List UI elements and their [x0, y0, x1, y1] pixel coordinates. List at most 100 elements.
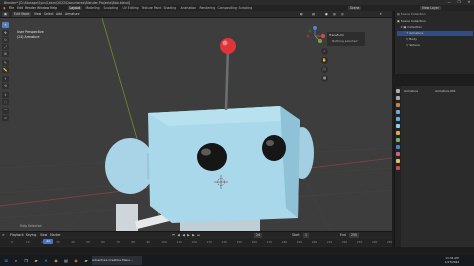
tab-animation[interactable]: Animation [179, 6, 198, 11]
frame-number: 240 [371, 240, 378, 244]
xray-toggle-icon[interactable]: ▤ [312, 12, 315, 17]
cursor-icon[interactable]: ⌖ [2, 22, 9, 28]
options-dropdown[interactable]: ▾ [380, 12, 382, 17]
menu-select[interactable]: Select [44, 12, 54, 17]
outliner-row[interactable]: ▽ Body [397, 37, 473, 42]
tab-layout[interactable]: Layout [68, 5, 82, 11]
search-icon[interactable]: ⌕ [12, 256, 20, 265]
shear-icon[interactable]: ▱ [2, 115, 9, 121]
system-clock[interactable]: 11:34 AM 1/17/2022 [440, 256, 464, 265]
shading-solid-icon[interactable]: ● [325, 12, 328, 17]
transform-panel-header[interactable]: Transform [329, 33, 344, 37]
properties-tab-icon[interactable] [396, 131, 400, 135]
menu-keying[interactable]: Keying [26, 233, 36, 238]
overlay-toggle-icon[interactable]: ◐ [300, 12, 303, 17]
windows-taskbar: ⊞ ⌕ ❒ ▰ e ◉ ▤ ◉ ▰ Adventure Creative Man… [0, 255, 474, 266]
outliner-row[interactable]: ▾ ▣ Collection [397, 25, 473, 30]
menu-file[interactable]: File [9, 6, 14, 10]
shading-rendered-icon[interactable]: ◎ [341, 12, 344, 17]
frame-number: 90 [146, 240, 150, 244]
mode-selector[interactable]: Edit Mode [12, 12, 32, 17]
menu-playback[interactable]: Playback [10, 233, 24, 238]
tab-uv-editing[interactable]: UV Editing [121, 6, 140, 11]
end-label: End [340, 233, 346, 237]
current-frame-field[interactable]: 24 [254, 233, 262, 238]
playhead[interactable]: 24 [43, 239, 54, 244]
bend-icon[interactable]: ⌒ [2, 108, 9, 114]
zoom-icon[interactable]: ⌕ [321, 48, 328, 55]
properties-tab-icon[interactable] [396, 89, 400, 93]
rotate-icon[interactable]: ↻ [2, 37, 9, 43]
playback-controls[interactable]: ⏮ ◀ ◀ ▶ ▶ ⏭ [172, 233, 201, 238]
menu-window[interactable]: Window [37, 6, 49, 10]
windows-icon[interactable]: ⊞ [2, 256, 10, 265]
properties-tab-icon[interactable] [396, 124, 400, 128]
blender-logo-icon[interactable]: ◉ [3, 6, 6, 10]
end-frame-field[interactable]: 250 [349, 233, 359, 238]
menu-edit[interactable]: Edit [17, 6, 23, 10]
store-icon[interactable]: ▤ [62, 256, 70, 265]
running-app-button[interactable]: Adventure Creative Manu... [92, 256, 142, 265]
camera-view-icon[interactable]: 🎥 [321, 66, 328, 73]
extrude-icon[interactable]: ⇪ [2, 76, 9, 82]
nothing-selected-label: Nothing selected [332, 39, 358, 43]
tab-texture-paint[interactable]: Texture Paint [140, 6, 163, 11]
left-eye-highlight [201, 148, 211, 156]
properties-tab-icon[interactable] [396, 152, 400, 156]
start-frame-field[interactable]: 1 [303, 233, 309, 238]
scene-selector[interactable]: Scene [348, 6, 362, 11]
tab-sculpting[interactable]: Sculpting [102, 6, 119, 11]
scale-icon[interactable]: ⤢ [2, 44, 9, 50]
move-icon[interactable]: ✥ [2, 30, 9, 36]
frame-ruler[interactable]: 0102030405060708090100110120130140150160… [0, 239, 392, 246]
properties-tab-icon[interactable] [396, 103, 400, 107]
pan-hand-icon[interactable]: ✋ [321, 57, 328, 64]
properties-tab-icon[interactable] [396, 96, 400, 100]
menu-view[interactable]: View [34, 12, 41, 17]
view-layer-selector[interactable]: View Layer [420, 6, 441, 11]
properties-editor: Armature Armature.001 [394, 86, 474, 247]
outliner-row[interactable]: ☥ Armature [397, 31, 473, 36]
task-view-icon[interactable]: ❒ [22, 256, 30, 265]
envelope-icon[interactable]: ◌ [2, 99, 9, 105]
tab-scripting[interactable]: Scripting [237, 6, 254, 11]
menu-add[interactable]: Add [56, 12, 62, 17]
outliner-header[interactable]: ▤ Scene Collection [397, 12, 473, 17]
roll-icon[interactable]: ⟲ [2, 83, 9, 89]
3d-viewport[interactable] [0, 18, 392, 231]
transform-icon[interactable]: ⊞ [2, 51, 9, 57]
properties-tab-icon[interactable] [396, 166, 400, 170]
grid-view-icon[interactable]: ▦ [321, 75, 328, 82]
file-explorer-icon[interactable]: ▰ [32, 256, 40, 265]
edge-icon[interactable]: e [42, 256, 50, 265]
outliner: ▤ Scene Collection ▣ Scene Collection ▾ … [394, 11, 474, 74]
menu-timeline-view[interactable]: View [40, 233, 47, 238]
tab-rendering[interactable]: Rendering [198, 6, 217, 11]
properties-tab-icon[interactable] [396, 159, 400, 163]
menu-marker[interactable]: Marker [50, 233, 61, 238]
tab-compositing[interactable]: Compositing [216, 6, 238, 11]
shading-material-icon[interactable]: ◍ [333, 12, 336, 17]
properties-tab-icon[interactable] [396, 110, 400, 114]
tab-shading[interactable]: Shading [162, 6, 178, 11]
editor-type-button[interactable]: ▣ [2, 12, 9, 17]
explorer-icon[interactable]: ▰ [82, 256, 90, 265]
measure-icon[interactable]: 📏 [2, 67, 9, 73]
chrome-icon[interactable]: ◉ [52, 256, 60, 265]
outliner-row[interactable]: ▽ Sphere [397, 43, 473, 48]
properties-tab-icon[interactable] [396, 145, 400, 149]
menu-render[interactable]: Render [25, 6, 36, 10]
annotate-icon[interactable]: ✎ [2, 60, 9, 66]
outliner-row[interactable]: ▣ Scene Collection [397, 19, 473, 24]
frame-number: 160 [251, 240, 257, 244]
bone-size-icon[interactable]: ⇳ [2, 92, 9, 98]
properties-tab-icon[interactable] [396, 138, 400, 142]
blender-icon[interactable]: ◉ [72, 256, 80, 265]
timeline-editor-icon[interactable]: ⏱ [2, 233, 4, 238]
tab-modeling[interactable]: Modeling [84, 6, 101, 11]
properties-tab-icon[interactable] [396, 117, 400, 121]
menu-armature[interactable]: Armature [65, 12, 80, 17]
menu-help[interactable]: Help [50, 6, 57, 10]
navigation-gizmo[interactable] [304, 25, 326, 47]
left-eye [197, 143, 227, 171]
